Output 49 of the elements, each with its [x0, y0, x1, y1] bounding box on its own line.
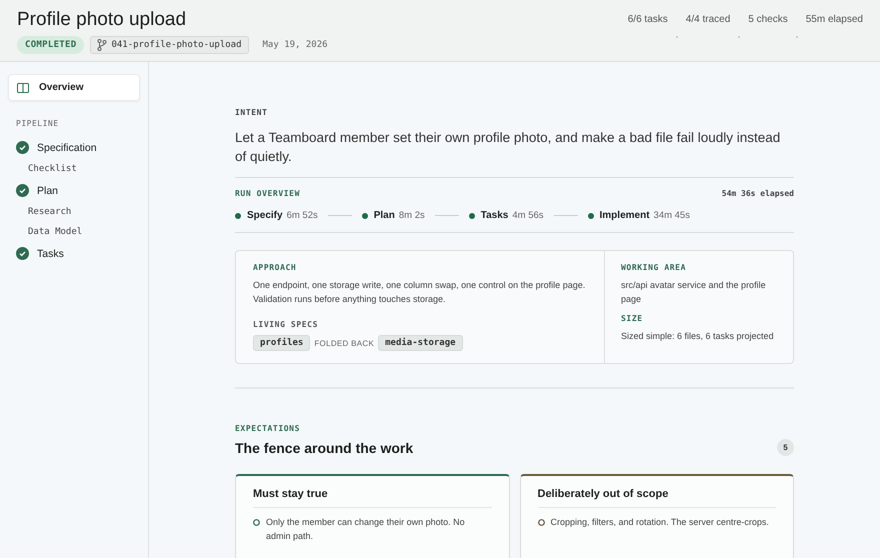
section-label: INTENT [235, 108, 268, 117]
card-title: Deliberately out of scope [538, 488, 776, 508]
intent-text: Let a Teamboard member set their own profile photo, and make a bad file fail loudly instead of quietly. [235, 129, 782, 166]
run-stat: 6/6 tasks [628, 14, 668, 27]
count-badge: 5 [777, 439, 794, 456]
stage-name: Tasks [480, 210, 508, 221]
folded-back-label: FOLDED BACK [314, 338, 374, 348]
bullet-icon [538, 519, 544, 526]
card-title: Must stay true [253, 488, 492, 508]
pipeline-nav-item[interactable]: Plan [8, 179, 140, 202]
section-label: LIVING SPECS [253, 320, 319, 329]
pipeline-nav-item[interactable]: Tasks [8, 242, 140, 265]
spec-tag: media-storage [378, 335, 463, 351]
working-area-text: src/api avatar service and the profile page [621, 279, 767, 306]
page-title: Profile photo upload [17, 9, 188, 31]
section-label: RUN OVERVIEW [235, 189, 300, 198]
pipeline-sub-item[interactable]: Checklist [8, 159, 140, 179]
section-label: WORKING AREA [621, 263, 687, 272]
book-icon [17, 82, 29, 92]
section-label: PIPELINE [16, 119, 60, 128]
section-label: EXPECTATIONS [235, 424, 301, 433]
run-stat: 4/4 traced [686, 14, 730, 27]
run-stat: 5 checks [748, 14, 788, 27]
stage-duration: 8m 2s [398, 210, 425, 221]
stage-name: Specify [247, 210, 283, 221]
overview-nav-item[interactable]: Overview [8, 74, 140, 101]
status-badge: COMPLETED [17, 36, 84, 54]
stage-duration: 6m 52s [286, 210, 318, 221]
stage-name: Implement [600, 210, 650, 221]
bullet-icon [253, 519, 260, 526]
run-date: May 19, 2026 [262, 40, 328, 50]
stage-name: Plan [374, 210, 395, 221]
section-label: APPROACH [253, 263, 298, 272]
expectation-text: Only the member can change their own photo. No admin path. [266, 516, 466, 543]
size-text: Sized simple: 6 files, 6 tasks projected [621, 330, 775, 343]
stage-duration: 34m 45s [654, 210, 690, 221]
spec-tag: profiles [253, 335, 310, 351]
elapsed-time: 54m 36s elapsed [722, 189, 794, 198]
stage-duration: 4m 56s [512, 210, 544, 221]
pipeline-sub-item[interactable]: Data Model [8, 222, 140, 242]
branch-icon [97, 39, 108, 51]
branch-name: 041-profile-photo-upload [111, 40, 242, 50]
pipeline-sub-item[interactable]: Research [8, 202, 140, 222]
run-stat: 55m elapsed [806, 14, 863, 27]
approach-text: One endpoint, one storage write, one column swap, one control on the profile page. Validation runs before anything touches storage. [253, 279, 586, 306]
expectation-text: Cropping, filters, and rotation. The server centre-crops. [550, 516, 769, 529]
pipeline-nav-item[interactable]: Specification [8, 136, 140, 159]
section-label: SIZE [621, 314, 644, 323]
section-title: The fence around the work [235, 440, 414, 456]
